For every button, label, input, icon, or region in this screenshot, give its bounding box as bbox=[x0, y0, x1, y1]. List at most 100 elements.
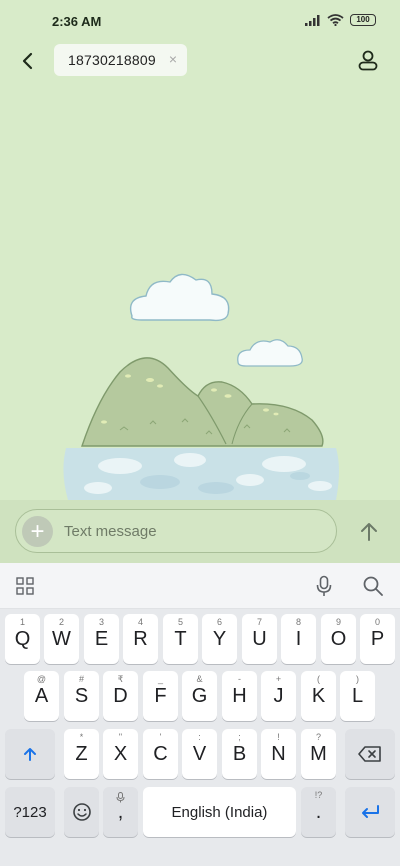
key-hint: 1 bbox=[19, 617, 25, 627]
message-input[interactable]: + Text message bbox=[15, 509, 337, 553]
period-key[interactable]: !? . bbox=[301, 787, 336, 837]
key-p[interactable]: 0P bbox=[360, 614, 395, 664]
backspace-icon bbox=[358, 746, 381, 762]
microphone-icon[interactable] bbox=[314, 575, 334, 597]
key-hint: ) bbox=[356, 674, 359, 684]
key-label: Y bbox=[212, 627, 227, 650]
enter-icon bbox=[362, 805, 379, 818]
plus-icon: + bbox=[30, 517, 45, 545]
emoji-icon bbox=[72, 803, 91, 821]
cloud-large bbox=[129, 273, 230, 322]
battery-indicator: 100 bbox=[350, 14, 376, 26]
recipient-chip[interactable]: 18730218809 × bbox=[54, 44, 187, 76]
key-hint: _ bbox=[157, 674, 163, 684]
key-hint: ! bbox=[277, 732, 280, 742]
search-icon[interactable] bbox=[362, 575, 384, 597]
key-hint: @ bbox=[36, 674, 47, 684]
apps-grid-icon[interactable] bbox=[16, 577, 34, 595]
key-hint: 4 bbox=[137, 617, 143, 627]
shift-key[interactable] bbox=[5, 729, 55, 779]
key-label: B bbox=[232, 742, 247, 765]
add-attachment-button[interactable]: + bbox=[22, 516, 53, 547]
key-label: Q bbox=[14, 627, 31, 650]
key-n[interactable]: ! N bbox=[261, 729, 296, 779]
key-l[interactable]: ) L bbox=[340, 671, 375, 721]
key-h[interactable]: -H bbox=[222, 671, 257, 721]
key-hint: : bbox=[198, 732, 201, 742]
key-label: S bbox=[74, 684, 89, 707]
key-m[interactable]: ? M bbox=[301, 729, 336, 779]
key-label: Z bbox=[75, 742, 88, 765]
key-label: W bbox=[52, 627, 71, 650]
back-arrow-icon bbox=[22, 52, 33, 70]
symbols-key-label: ?123 bbox=[13, 803, 47, 821]
shift-arrow-icon bbox=[24, 748, 36, 761]
key-hint: ( bbox=[317, 674, 320, 684]
key-label: D bbox=[113, 684, 128, 707]
key-w[interactable]: 2W bbox=[44, 614, 79, 664]
key-label: R bbox=[133, 627, 148, 650]
send-button[interactable] bbox=[356, 519, 382, 545]
back-button[interactable] bbox=[14, 48, 40, 74]
key-hint: + bbox=[275, 674, 282, 684]
space-key[interactable]: English (India) bbox=[143, 787, 296, 837]
key-u[interactable]: 7U bbox=[242, 614, 277, 664]
messaging-app: 2:36 AM 100 18730218809 × + Text message bbox=[0, 0, 400, 563]
key-o[interactable]: 9O bbox=[321, 614, 356, 664]
key-f[interactable]: _ F bbox=[143, 671, 178, 721]
key-y[interactable]: 6Y bbox=[202, 614, 237, 664]
key-hint: & bbox=[196, 674, 203, 684]
compose-bar: + Text message bbox=[0, 500, 400, 563]
recipient-number: 18730218809 bbox=[68, 52, 156, 68]
key-hint: 6 bbox=[216, 617, 222, 627]
comma-key[interactable]: , bbox=[103, 787, 138, 837]
key-label: V bbox=[192, 742, 207, 765]
keyboard: 1Q 2W 3E 4R 5T 6Y 7U 8I 9O 0P @ A # S ₹ D _… bbox=[0, 609, 400, 866]
remove-recipient-icon[interactable]: × bbox=[169, 51, 177, 67]
key-label: N bbox=[271, 742, 286, 765]
key-i[interactable]: 8I bbox=[281, 614, 316, 664]
message-placeholder: Text message bbox=[64, 523, 157, 540]
key-g[interactable]: & G bbox=[182, 671, 217, 721]
key-j[interactable]: + J bbox=[261, 671, 296, 721]
key-label: I bbox=[295, 627, 302, 650]
key-hint: 7 bbox=[256, 617, 262, 627]
backspace-key[interactable] bbox=[345, 729, 395, 779]
key-label: H bbox=[232, 684, 247, 707]
key-a[interactable]: @ A bbox=[24, 671, 59, 721]
keyboard-toolbar bbox=[0, 563, 400, 609]
space-key-label: English (India) bbox=[171, 803, 268, 821]
key-hint: 9 bbox=[335, 617, 341, 627]
hills bbox=[81, 357, 324, 447]
key-hint: ; bbox=[238, 732, 241, 742]
key-label: J bbox=[273, 684, 284, 707]
status-time: 2:36 AM bbox=[52, 14, 102, 29]
lake bbox=[63, 448, 340, 500]
key-hint: ? bbox=[315, 732, 321, 742]
key-r[interactable]: 4R bbox=[123, 614, 158, 664]
contact-button[interactable] bbox=[356, 48, 382, 74]
symbols-key[interactable]: ?123 bbox=[5, 787, 55, 837]
key-label: U bbox=[252, 627, 267, 650]
key-d[interactable]: ₹ D bbox=[103, 671, 138, 721]
enter-key[interactable] bbox=[345, 787, 395, 837]
comma-mic-hint-icon bbox=[116, 792, 125, 803]
key-b[interactable]: ; B bbox=[222, 729, 257, 779]
key-v[interactable]: :V bbox=[182, 729, 217, 779]
key-z[interactable]: * Z bbox=[64, 729, 99, 779]
key-hint: ' bbox=[159, 732, 162, 742]
key-s[interactable]: # S bbox=[64, 671, 99, 721]
key-hint: 2 bbox=[58, 617, 64, 627]
key-c[interactable]: ' C bbox=[143, 729, 178, 779]
emoji-key[interactable] bbox=[64, 787, 99, 837]
status-bar: 2:36 AM 100 bbox=[0, 0, 400, 40]
key-label: K bbox=[311, 684, 326, 707]
key-k[interactable]: (K bbox=[301, 671, 336, 721]
key-e[interactable]: 3E bbox=[84, 614, 119, 664]
chat-wallpaper bbox=[0, 84, 400, 500]
key-x[interactable]: " X bbox=[103, 729, 138, 779]
key-label: T bbox=[174, 627, 187, 650]
key-q[interactable]: 1Q bbox=[5, 614, 40, 664]
key-t[interactable]: 5T bbox=[163, 614, 198, 664]
period-key-label: . bbox=[315, 800, 322, 823]
